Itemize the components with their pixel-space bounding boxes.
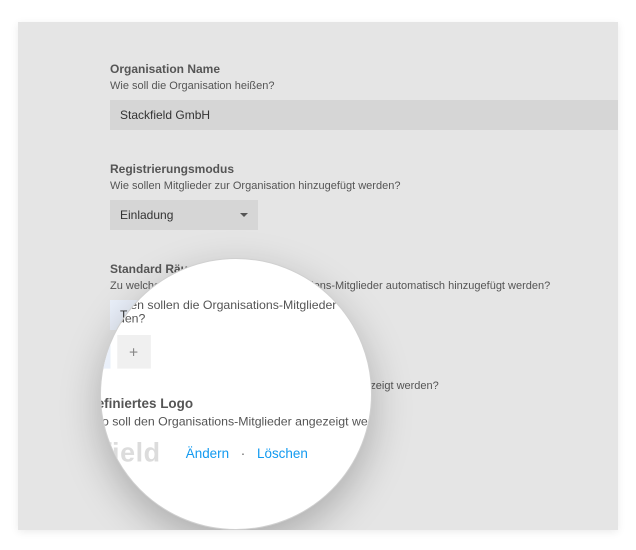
reg-mode-label: Registrierungsmodus <box>110 162 618 176</box>
logo-delete-link[interactable]: Löschen <box>312 407 357 421</box>
logo-preview: stackfield <box>110 400 226 428</box>
chevron-down-icon <box>240 213 248 217</box>
separator-dot: · <box>297 407 301 421</box>
add-room-button[interactable]: + <box>187 300 217 330</box>
reg-mode-hint: Wie sollen Mitglieder zur Organisation h… <box>110 180 618 192</box>
logo-hint: Welches Logo soll den Organisations-Mitg… <box>110 380 618 392</box>
reg-mode-select[interactable]: Einladung <box>110 200 258 230</box>
org-name-input[interactable] <box>110 100 618 130</box>
close-icon[interactable]: × <box>166 308 173 322</box>
reg-mode-selected: Einladung <box>120 208 173 222</box>
logo-label: Benutzerdefiniertes Logo <box>110 362 618 376</box>
logo-change-link[interactable]: Ändern <box>248 407 287 421</box>
room-chip[interactable]: Tutorial × <box>110 300 181 330</box>
rooms-hint: Zu welchen Räumen sollen die Organisatio… <box>110 280 618 292</box>
org-name-hint: Wie soll die Organisation heißen? <box>110 80 618 92</box>
rooms-label: Standard Räume <box>110 262 618 276</box>
org-name-label: Organisation Name <box>110 62 618 76</box>
room-chip-label: Tutorial <box>120 308 160 322</box>
plus-icon: + <box>198 307 206 323</box>
